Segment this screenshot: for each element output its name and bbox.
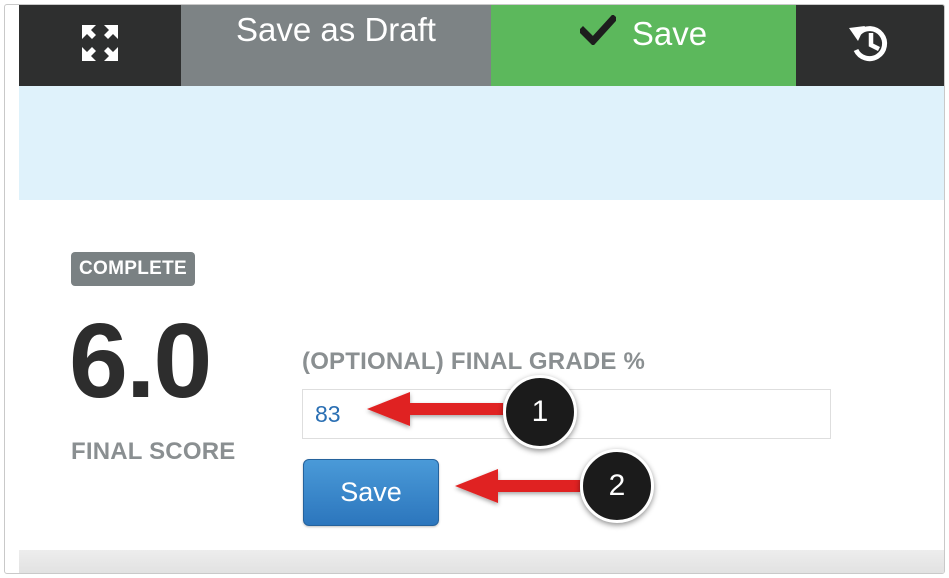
status-badge: COMPLETE bbox=[71, 252, 195, 286]
score-section: COMPLETE 6.0 FINAL SCORE (OPTIONAL) FINA… bbox=[19, 200, 944, 550]
save-button[interactable]: Save bbox=[303, 459, 439, 526]
bottom-divider bbox=[19, 550, 944, 573]
grading-panel: Save as Draft Save COMPLETE 6.0 FINAL SC… bbox=[19, 5, 944, 573]
final-grade-input[interactable] bbox=[302, 389, 831, 439]
save-button-label: Save bbox=[340, 477, 402, 507]
save-as-draft-label: Save as Draft bbox=[236, 11, 436, 48]
expand-arrows-icon bbox=[74, 17, 126, 74]
history-icon bbox=[845, 18, 895, 73]
toolbar-save-label: Save bbox=[631, 15, 708, 52]
expand-button[interactable] bbox=[19, 5, 181, 86]
check-icon bbox=[577, 14, 618, 53]
save-as-draft-button[interactable]: Save as Draft bbox=[181, 5, 491, 86]
final-score-value: 6.0 bbox=[69, 302, 212, 420]
toolbar: Save as Draft Save bbox=[19, 5, 944, 86]
history-button[interactable] bbox=[796, 5, 944, 86]
screenshot-frame: Save as Draft Save COMPLETE 6.0 FINAL SC… bbox=[4, 4, 945, 574]
info-band bbox=[19, 86, 944, 200]
final-grade-label: (OPTIONAL) FINAL GRADE % bbox=[302, 348, 646, 375]
final-score-label: FINAL SCORE bbox=[71, 438, 236, 465]
toolbar-save-button[interactable]: Save bbox=[491, 5, 796, 86]
